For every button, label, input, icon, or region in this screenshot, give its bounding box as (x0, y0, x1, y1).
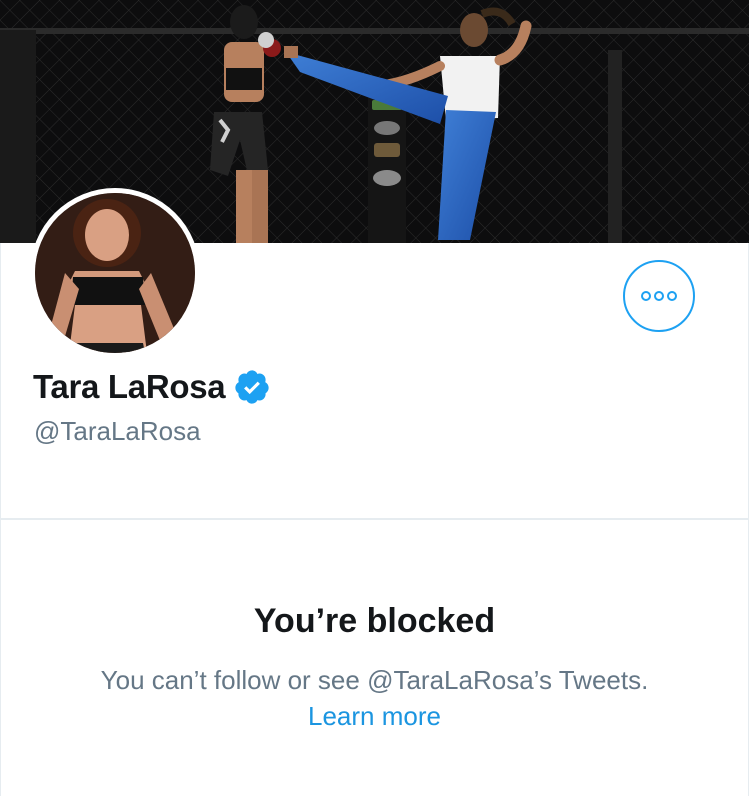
profile-handle: @TaraLaRosa (34, 416, 201, 446)
learn-more-link[interactable]: Learn more (0, 701, 749, 732)
profile-avatar[interactable] (30, 188, 200, 358)
verified-badge-icon (233, 368, 271, 406)
more-options-icon (641, 291, 677, 301)
profile-name: Tara LaRosa (33, 368, 226, 405)
profile-name-row: Tara LaRosa (33, 368, 271, 406)
blocked-title: You’re blocked (253, 602, 496, 640)
blocked-description: You can’t follow or see @TaraLaRosa’s Tw… (100, 665, 649, 695)
section-divider (0, 518, 749, 520)
more-options-button[interactable] (623, 260, 695, 332)
avatar-image (35, 193, 195, 353)
